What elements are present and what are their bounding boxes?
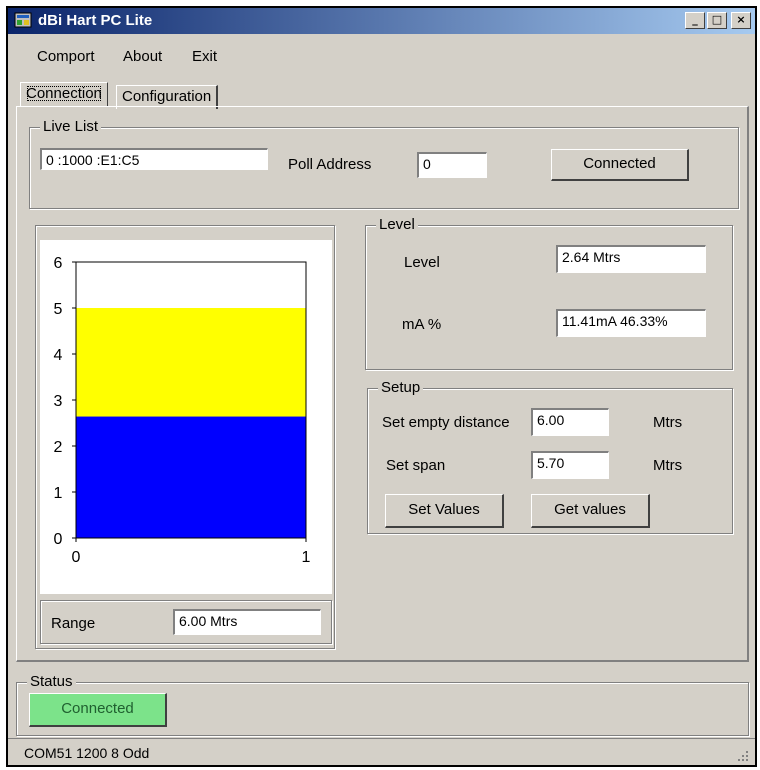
level-group-title: Level: [376, 216, 418, 233]
poll-address-label: Poll Address: [288, 156, 372, 173]
app-window: dBi Hart PC Lite _ □ × Comport About Exi…: [6, 6, 757, 767]
y-tick-label-4: 4: [54, 347, 63, 364]
level-group: Level Level 2.64 Mtrs mA % 11.41mA 46.33…: [365, 216, 733, 370]
status-group: Status Connected: [16, 673, 749, 736]
maximize-button[interactable]: □: [707, 12, 727, 29]
close-button[interactable]: ×: [731, 12, 751, 29]
window-title: dBi Hart PC Lite: [38, 12, 153, 29]
minimize-button[interactable]: _: [685, 12, 705, 29]
y-tick-label-2: 2: [54, 439, 63, 456]
level-value-field[interactable]: 2.64 Mtrs: [556, 245, 706, 273]
live-list-entry[interactable]: 0 :1000 :E1:C5: [40, 148, 268, 170]
maximize-icon: □: [711, 13, 723, 26]
x-tick-label-0: 0: [72, 549, 81, 566]
connection-panel: Live List 0 :1000 :E1:C5 Poll Address 0 …: [16, 106, 749, 662]
empty-distance-unit: Mtrs: [653, 414, 683, 431]
setup-group: Setup Set empty distance 6.00 Mtrs Set s…: [367, 379, 733, 534]
title-bar[interactable]: dBi Hart PC Lite _ □ ×: [8, 8, 755, 34]
app-icon: [14, 12, 32, 28]
level-label: Level: [404, 254, 440, 271]
y-tick-label-6: 6: [54, 255, 63, 272]
status-title: Status: [27, 673, 76, 690]
close-icon: ×: [736, 13, 746, 26]
y-tick-label-0: 0: [54, 531, 63, 548]
level-chart-svg: 0 1 2 3 4 5 6 0 1: [54, 255, 311, 566]
menu-exit[interactable]: Exit: [192, 48, 217, 65]
range-label: Range: [51, 615, 96, 632]
tab-configuration-label: Configuration: [122, 88, 212, 105]
y-tick-label-1: 1: [54, 485, 63, 502]
chart-group: 0 1 2 3 4 5 6 0 1 Range 6.00 Mtrs: [35, 225, 335, 649]
minimize-icon: _: [692, 13, 698, 26]
range-value-field[interactable]: 6.00 Mtrs: [173, 609, 321, 635]
x-tick-label-1: 1: [302, 549, 311, 566]
poll-address-input[interactable]: 0: [417, 152, 487, 178]
ma-percent-field[interactable]: 11.41mA 46.33%: [556, 309, 706, 337]
set-span-input[interactable]: 5.70: [531, 451, 609, 479]
y-tick-label-3: 3: [54, 393, 63, 410]
tab-connection-label: Connection: [26, 85, 102, 102]
set-values-button[interactable]: Set Values: [385, 494, 504, 528]
menu-comport[interactable]: Comport: [37, 48, 95, 65]
get-values-button[interactable]: Get values: [531, 494, 650, 528]
menu-about[interactable]: About: [123, 48, 162, 65]
set-empty-distance-label: Set empty distance: [382, 414, 510, 431]
port-info: COM51 1200 8 Odd: [24, 745, 150, 761]
status-bar: COM51 1200 8 Odd: [8, 738, 755, 766]
span-unit: Mtrs: [653, 457, 683, 474]
tab-connection[interactable]: Connection: [20, 82, 108, 106]
set-span-label: Set span: [386, 457, 446, 474]
range-group: Range 6.00 Mtrs: [40, 600, 332, 644]
set-empty-distance-input[interactable]: 6.00: [531, 408, 609, 436]
y-tick-label-5: 5: [54, 301, 63, 318]
level-chart: 0 1 2 3 4 5 6 0 1: [40, 240, 332, 594]
live-list-title: Live List: [40, 118, 102, 135]
menu-bar: Comport About Exit: [8, 34, 755, 74]
resize-grip-icon[interactable]: [736, 749, 750, 763]
chart-bar-0: [76, 416, 306, 538]
ma-percent-label: mA %: [402, 316, 442, 333]
connected-button[interactable]: Connected: [551, 149, 689, 181]
setup-group-title: Setup: [378, 379, 424, 396]
status-indicator: Connected: [29, 693, 167, 727]
live-list-group: Live List 0 :1000 :E1:C5 Poll Address 0 …: [29, 118, 739, 209]
